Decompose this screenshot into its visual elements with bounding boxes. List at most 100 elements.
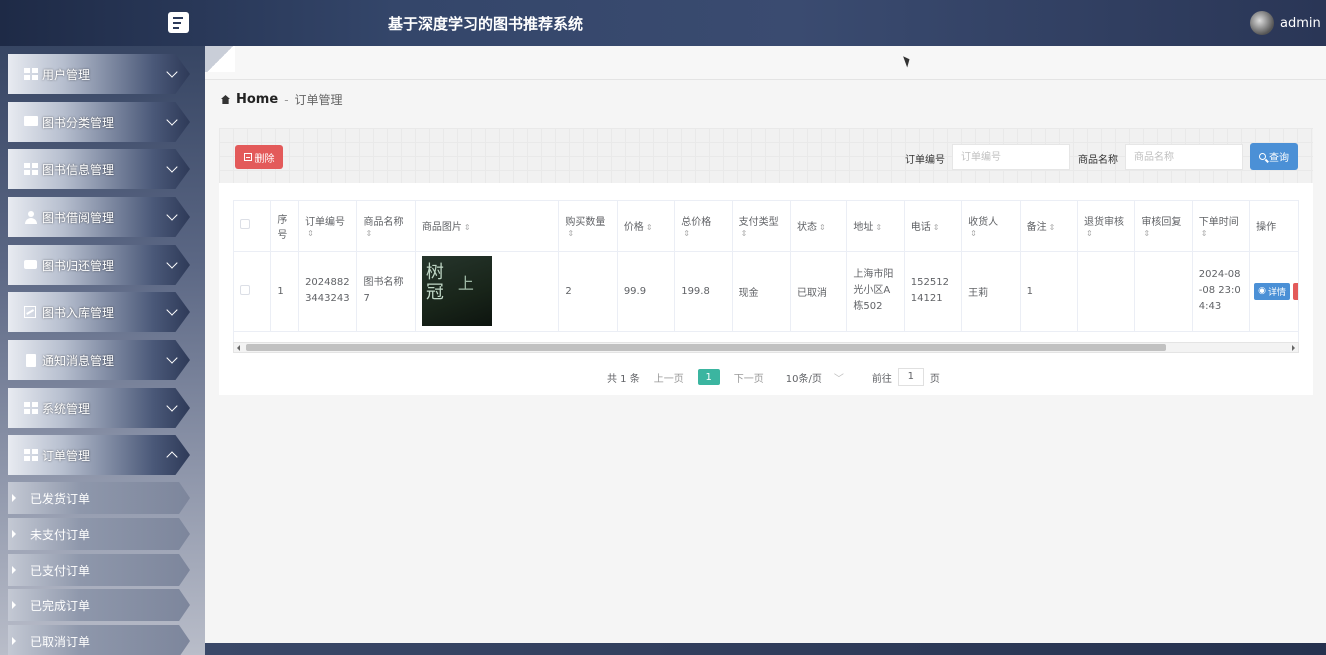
scrollbar-thumb[interactable] [246, 344, 1166, 351]
column-header[interactable]: 订单编号 ⇕ [298, 201, 358, 252]
row-delete-button[interactable]: ✕移 [1293, 282, 1298, 300]
chevron-up-icon [166, 451, 178, 463]
horizontal-scrollbar[interactable] [233, 342, 1299, 353]
sidebar-item-orders[interactable]: 订单管理 [8, 435, 190, 475]
grid-icon [24, 402, 38, 414]
sidebar-item-users[interactable]: 用户管理 [8, 54, 190, 94]
search-button[interactable]: 查询 [1250, 143, 1298, 170]
scroll-left-icon[interactable] [237, 345, 240, 351]
caret-right-icon [12, 566, 16, 574]
sidebar-subitem-shipped[interactable]: 已发货订单 [8, 482, 190, 514]
sort-icon: ⇕ [875, 223, 883, 233]
sidebar-item-label: 订单管理 [42, 448, 91, 463]
breadcrumb-separator: - [284, 92, 289, 107]
sort-icon: ⇕ [683, 228, 690, 238]
sidebar-item-system[interactable]: 系统管理 [8, 388, 190, 428]
sort-icon: ⇕ [1085, 228, 1093, 238]
prev-page-button[interactable]: 上一页 [654, 370, 684, 385]
chevron-down-icon [166, 352, 178, 364]
column-header[interactable]: 购买数量 ⇕ [558, 201, 618, 252]
system-title: 基于深度学习的图书推荐系统 [388, 15, 584, 33]
username: admin [1280, 15, 1321, 31]
menu-toggle-icon[interactable] [168, 12, 189, 33]
cell-index: 1 [270, 251, 300, 332]
subitem-label: 已完成订单 [30, 598, 91, 613]
table-header-row: 序号 订单编号 ⇕ 商品名称 ⇕ 商品图片 ⇕ 购买数量 ⇕ 价格 ⇕ 总价格 ⇕ 支付类型… [234, 201, 1298, 252]
cell-total: 199.8 [674, 251, 733, 332]
column-header[interactable]: 审核回复 ⇕ [1134, 201, 1193, 252]
delete-button[interactable]: 删除 [235, 145, 283, 169]
sidebar-item-book-category[interactable]: 图书分类管理 [8, 102, 190, 142]
cell-quantity: 2 [558, 251, 618, 332]
sidebar-item-label: 图书归还管理 [42, 258, 115, 273]
product-name-input[interactable] [1125, 144, 1243, 170]
column-header[interactable]: 总价格 ⇕ [674, 201, 733, 252]
sort-icon: ⇕ [819, 223, 826, 233]
cell-address: 上海市阳光小区A栋502 [846, 251, 905, 332]
cell-status: 已取消 [790, 251, 848, 332]
search-button-label: 查询 [1269, 153, 1289, 164]
cell-order-no: 20248823443243 [298, 251, 358, 332]
cell-price: 99.9 [617, 251, 676, 332]
breadcrumb-home[interactable]: Home [236, 92, 278, 107]
sidebar-subitem-unpaid[interactable]: 未支付订单 [8, 518, 190, 550]
sidebar-subitem-cancelled[interactable]: 已取消订单 [8, 625, 190, 655]
user-icon [24, 211, 38, 224]
breadcrumb: Home - 订单管理 [221, 91, 343, 108]
next-page-button[interactable]: 下一页 [734, 370, 764, 385]
column-header[interactable]: 地址 ⇕ [846, 201, 905, 252]
column-header[interactable]: 支付类型 ⇕ [732, 201, 792, 252]
pagination-total: 共 1 条 [607, 373, 640, 385]
subitem-label: 未支付订单 [30, 527, 91, 542]
cell-product-image: 树 上 冠 [415, 251, 560, 332]
sidebar-item-notice[interactable]: 通知消息管理 [8, 340, 190, 380]
grid-icon [24, 449, 38, 461]
cell-order-time: 2024-08-08 23:04:43 [1192, 251, 1251, 332]
page-number-button[interactable]: 1 [697, 369, 720, 385]
home-icon [221, 95, 230, 104]
sidebar-subitem-paid[interactable]: 已支付订单 [8, 554, 190, 586]
sidebar-item-label: 图书入库管理 [42, 305, 115, 320]
user-menu[interactable]: admin [1250, 11, 1326, 35]
select-all-checkbox[interactable] [240, 219, 250, 230]
page-fold [205, 46, 235, 72]
caret-right-icon [12, 530, 16, 538]
subitem-label: 已取消订单 [30, 634, 91, 649]
caret-right-icon [12, 494, 16, 502]
sidebar-item-label: 用户管理 [42, 67, 91, 82]
cell-product-name: 图书名称7 [356, 251, 416, 332]
page-size-select[interactable]: 10条/页 ﹀ [786, 370, 844, 385]
sort-icon: ⇕ [970, 228, 977, 238]
column-header[interactable]: 电话 ⇕ [904, 201, 963, 252]
cell-audit-reply [1134, 251, 1193, 332]
table-row: 1 20248823443243 图书名称7 树 上 冠 2 99.9 199.… [234, 251, 1298, 332]
column-header[interactable]: 状态 ⇕ [790, 201, 848, 252]
chevron-down-icon [166, 209, 178, 221]
column-header[interactable]: 下单时间 ⇕ [1192, 201, 1251, 252]
column-header[interactable]: 商品名称 ⇕ [356, 201, 416, 252]
order-no-input[interactable] [952, 144, 1070, 170]
chevron-down-icon [166, 400, 178, 412]
grid-icon [24, 163, 38, 175]
sidebar-item-return[interactable]: 图书归还管理 [8, 245, 190, 285]
clipboard-icon [24, 354, 38, 367]
cell-return-audit [1077, 251, 1136, 332]
sidebar-item-borrow[interactable]: 图书借阅管理 [8, 197, 190, 237]
sidebar-item-stock-in[interactable]: 图书入库管理 [8, 292, 190, 332]
detail-button[interactable]: ◉ 详情 [1254, 282, 1291, 300]
column-header[interactable]: 退货审核 ⇕ [1077, 201, 1136, 252]
goto-page-input[interactable]: 1 [897, 368, 924, 386]
cell-receiver: 王莉 [961, 251, 1021, 332]
product-image[interactable]: 树 上 冠 [421, 256, 492, 326]
column-header[interactable]: 备注 ⇕ [1020, 201, 1078, 252]
pagination: 共 1 条 上一页 1 下一页 10条/页 ﹀ 前往 1 页 [607, 368, 940, 386]
sidebar-subitem-completed[interactable]: 已完成订单 [8, 589, 190, 621]
column-header[interactable]: 商品图片 ⇕ [415, 201, 560, 252]
sidebar-item-book-info[interactable]: 图书信息管理 [8, 149, 190, 189]
column-header[interactable]: 价格 ⇕ [617, 201, 676, 252]
row-checkbox[interactable] [240, 284, 250, 295]
scroll-right-icon[interactable] [1292, 345, 1295, 351]
minus-square-icon [243, 153, 252, 161]
page-suffix-label: 页 [929, 373, 940, 385]
column-header[interactable]: 收货人 ⇕ [961, 201, 1021, 252]
